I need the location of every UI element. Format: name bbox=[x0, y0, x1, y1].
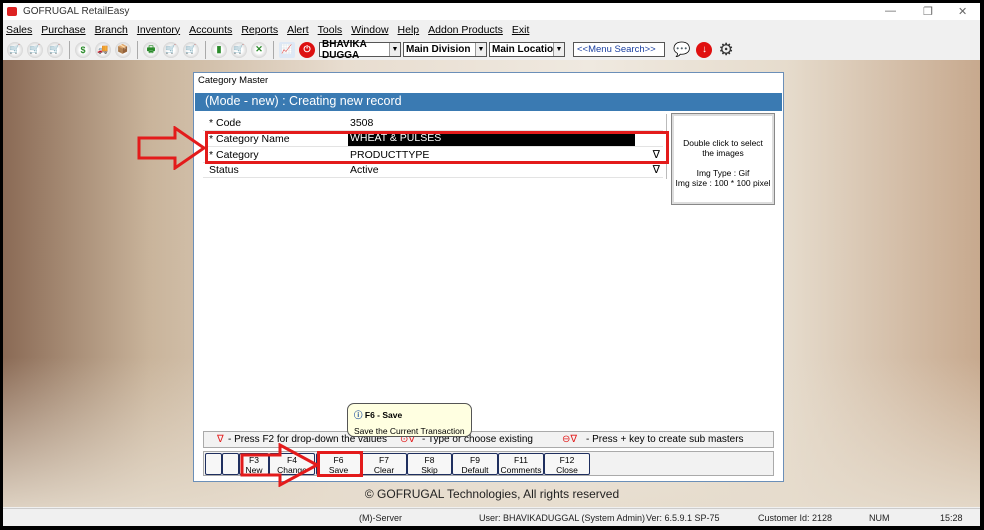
clear-button[interactable]: F7 Clear bbox=[361, 453, 407, 475]
menu-inventory[interactable]: Inventory bbox=[137, 24, 180, 36]
minimize-button[interactable]: — bbox=[885, 5, 896, 17]
annotation-arrow-icon bbox=[240, 443, 320, 487]
annotation-save-highlight bbox=[317, 451, 363, 477]
status-time: 15:28 bbox=[940, 513, 963, 523]
copyright: © GOFRUGAL Technologies, All rights rese… bbox=[364, 487, 620, 501]
cart-icon[interactable]: 🛒 bbox=[7, 41, 23, 58]
comments-button[interactable]: F11 Comments bbox=[498, 453, 544, 475]
chevron-down-icon: ▼ bbox=[475, 43, 486, 56]
division-select[interactable]: Main Division ▼ bbox=[403, 42, 487, 57]
status-server: (M)-Server bbox=[359, 513, 402, 523]
annotation-highlight-box bbox=[205, 131, 669, 164]
status-user: User: BHAVIKADUGGAL (System Admin) bbox=[479, 513, 646, 523]
menu-search-input[interactable]: <<Menu Search>> bbox=[573, 42, 665, 57]
cart-icon[interactable]: 🛒 bbox=[163, 41, 179, 58]
dialog-title: Category Master bbox=[198, 75, 269, 86]
menu-tools[interactable]: Tools bbox=[318, 24, 343, 36]
default-button[interactable]: F9 Default bbox=[452, 453, 498, 475]
menu-accounts[interactable]: Accounts bbox=[189, 24, 232, 36]
image-selector[interactable]: Double click to select the images Img Ty… bbox=[671, 113, 775, 205]
location-select[interactable]: Main Location ▼ bbox=[489, 42, 565, 57]
close-button[interactable]: ✕ bbox=[958, 5, 967, 18]
restore-button[interactable]: ❐ bbox=[923, 5, 933, 18]
supplier-icon[interactable]: 📦 bbox=[115, 41, 131, 58]
save-tooltip: ⓘ F6 - Save Save the Current Transaction bbox=[347, 403, 472, 437]
app-title: GOFRUGAL RetailEasy bbox=[23, 6, 130, 17]
tools-icon[interactable]: ✕ bbox=[251, 41, 267, 58]
plus-hint-icon: ⊖∇ bbox=[562, 434, 578, 445]
menu-bar: Sales Purchase Branch Inventory Accounts… bbox=[3, 21, 980, 38]
chat-icon[interactable]: 💬 bbox=[673, 41, 690, 58]
status-version: Ver: 6.5.9.1 SP-75 bbox=[646, 513, 720, 523]
field-status[interactable]: Status Active ∇ bbox=[203, 163, 663, 178]
chevron-down-icon: ▼ bbox=[389, 43, 400, 56]
status-bar: (M)-Server User: BHAVIKADUGGAL (System A… bbox=[3, 508, 980, 526]
app-logo-icon bbox=[7, 7, 17, 16]
info-icon: ⓘ bbox=[354, 410, 363, 420]
chevron-down-icon: ▼ bbox=[553, 43, 564, 56]
menu-window[interactable]: Window bbox=[351, 24, 388, 36]
menu-exit[interactable]: Exit bbox=[512, 24, 530, 36]
gear-icon[interactable]: ⚙ bbox=[718, 40, 733, 60]
cart-icon[interactable]: 🛒 bbox=[231, 41, 247, 58]
status-customer: Customer Id: 2128 bbox=[758, 513, 833, 523]
purchase-icon[interactable]: 🚚 bbox=[95, 41, 111, 58]
print-icon[interactable]: 🖶 bbox=[143, 41, 159, 58]
title-bar: GOFRUGAL RetailEasy — ❐ ✕ bbox=[3, 3, 980, 20]
cart-icon[interactable]: 🛒 bbox=[183, 41, 199, 58]
mode-header: (Mode - new) : Creating new record bbox=[195, 93, 782, 111]
receipt-icon[interactable]: $ bbox=[75, 41, 91, 58]
cart-return-icon[interactable]: 🛒 bbox=[47, 41, 63, 58]
menu-sales[interactable]: Sales bbox=[6, 24, 32, 36]
dropdown-hint-icon: ∇ bbox=[217, 434, 224, 445]
menu-addon-products[interactable]: Addon Products bbox=[428, 24, 503, 36]
inventory-icon[interactable]: ▮ bbox=[211, 41, 227, 58]
power-icon[interactable]: ⏻ bbox=[299, 41, 315, 58]
chart-icon[interactable]: 📈 bbox=[279, 41, 295, 58]
user-select[interactable]: BHAVIKA DUGGA ▼ bbox=[319, 39, 401, 61]
dropdown-triangle-icon[interactable]: ∇ bbox=[653, 163, 660, 176]
menu-help[interactable]: Help bbox=[398, 24, 420, 36]
download-icon[interactable]: ↓ bbox=[696, 41, 713, 58]
menu-alert[interactable]: Alert bbox=[287, 24, 309, 36]
toolbar: 🛒 🛒 🛒 $ 🚚 📦 🖶 🛒 🛒 ▮ 🛒 ✕ 📈 ⏻ BHAVIKA DUGG… bbox=[3, 39, 980, 61]
menu-reports[interactable]: Reports bbox=[241, 24, 278, 36]
field-code[interactable]: * Code 3508 bbox=[203, 116, 663, 131]
cart-icon[interactable]: 🛒 bbox=[27, 41, 43, 58]
status-num: NUM bbox=[869, 513, 890, 523]
close-dialog-button[interactable]: F12 Close bbox=[544, 453, 590, 475]
menu-purchase[interactable]: Purchase bbox=[41, 24, 85, 36]
annotation-arrow-icon bbox=[137, 126, 207, 170]
skip-button[interactable]: F8 Skip bbox=[407, 453, 452, 475]
menu-branch[interactable]: Branch bbox=[95, 24, 128, 36]
